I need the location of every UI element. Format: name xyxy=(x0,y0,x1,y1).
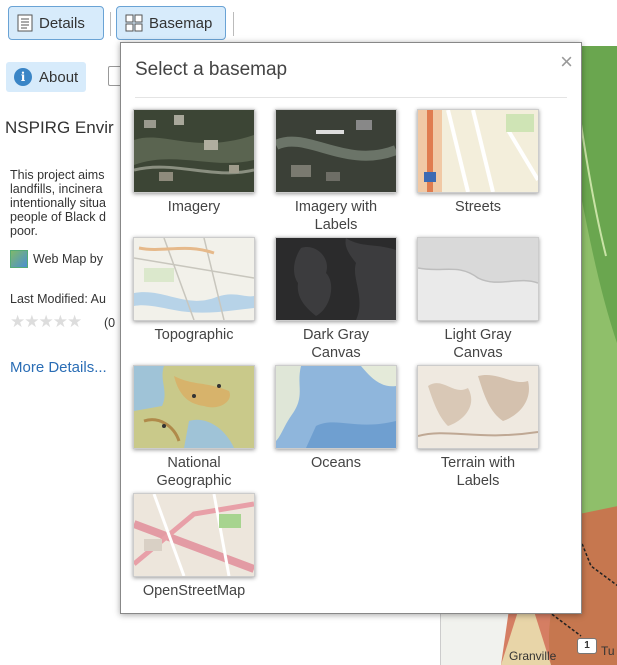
basemap-label: Topographic xyxy=(154,327,234,343)
dark-gray-thumb xyxy=(275,237,397,321)
rating-count: (0 xyxy=(104,316,116,330)
details-icon xyxy=(17,14,33,32)
national-geographic-thumb xyxy=(133,365,255,449)
basemap-option-national-geographic[interactable]: National Geographic xyxy=(133,365,255,490)
basemap-label: Streets xyxy=(455,199,501,215)
rating-stars[interactable]: ★★★★★ xyxy=(10,312,82,332)
basemap-option-imagery-with-labels[interactable]: Imagery with Labels xyxy=(275,109,397,234)
basemap-label: Terrain with Labels xyxy=(440,455,516,489)
item-title: NSPIRG Envir xyxy=(5,118,114,137)
divider xyxy=(135,97,567,98)
imagery-thumb xyxy=(133,109,255,193)
details-button[interactable]: Details xyxy=(8,6,104,40)
basemap-label: Dark Gray Canvas xyxy=(302,327,370,361)
basemap-label: Imagery with Labels xyxy=(294,199,378,233)
info-icon: i xyxy=(14,68,32,86)
more-details-link[interactable]: More Details... xyxy=(10,359,107,376)
basemap-label: Oceans xyxy=(311,455,361,471)
toolbar-divider xyxy=(110,12,111,36)
toolbar: Details Basemap xyxy=(0,0,617,46)
basemap-option-topographic[interactable]: Topographic xyxy=(133,237,255,344)
basemap-label: OpenStreetMap xyxy=(142,583,246,599)
map-place-label: Tu xyxy=(601,644,615,658)
basemap-button[interactable]: Basemap xyxy=(116,6,226,40)
basemap-option-terrain-with-labels[interactable]: Terrain with Labels xyxy=(417,365,539,490)
about-label: About xyxy=(39,68,79,86)
basemap-label: Light Gray Canvas xyxy=(444,327,512,361)
basemap-option-imagery[interactable]: Imagery xyxy=(133,109,255,216)
toolbar-divider xyxy=(233,12,234,36)
map-place-label: Granville xyxy=(509,649,557,663)
basemap-option-openstreetmap[interactable]: OpenStreetMap xyxy=(133,493,255,600)
basemap-option-light-gray-canvas[interactable]: Light Gray Canvas xyxy=(417,237,539,362)
basemap-grid-icon xyxy=(125,14,143,32)
basemap-label: National Geographic xyxy=(156,455,232,489)
web-map-label: Web Map by xyxy=(33,252,103,266)
last-modified: Last Modified: Au xyxy=(10,292,106,306)
light-gray-thumb xyxy=(417,237,539,321)
terrain-thumb xyxy=(417,365,539,449)
basemap-option-oceans[interactable]: Oceans xyxy=(275,365,397,472)
basemap-label: Basemap xyxy=(149,14,213,32)
about-tab[interactable]: i About xyxy=(6,62,86,92)
openstreetmap-thumb xyxy=(133,493,255,577)
close-icon[interactable]: × xyxy=(560,49,573,75)
basemap-option-streets[interactable]: Streets xyxy=(417,109,539,216)
basemap-gallery-popup: Select a basemap × Imagery Imagery with … xyxy=(120,42,582,614)
oceans-thumb xyxy=(275,365,397,449)
basemap-label: Imagery xyxy=(167,199,221,215)
web-map-owner: Web Map by xyxy=(10,250,103,268)
imagery-labels-thumb xyxy=(275,109,397,193)
topographic-thumb xyxy=(133,237,255,321)
popup-title: Select a basemap xyxy=(135,59,288,80)
basemap-option-dark-gray-canvas[interactable]: Dark Gray Canvas xyxy=(275,237,397,362)
details-label: Details xyxy=(39,14,85,32)
web-map-icon xyxy=(10,250,28,268)
route-badge: 1 xyxy=(577,638,597,654)
streets-thumb xyxy=(417,109,539,193)
